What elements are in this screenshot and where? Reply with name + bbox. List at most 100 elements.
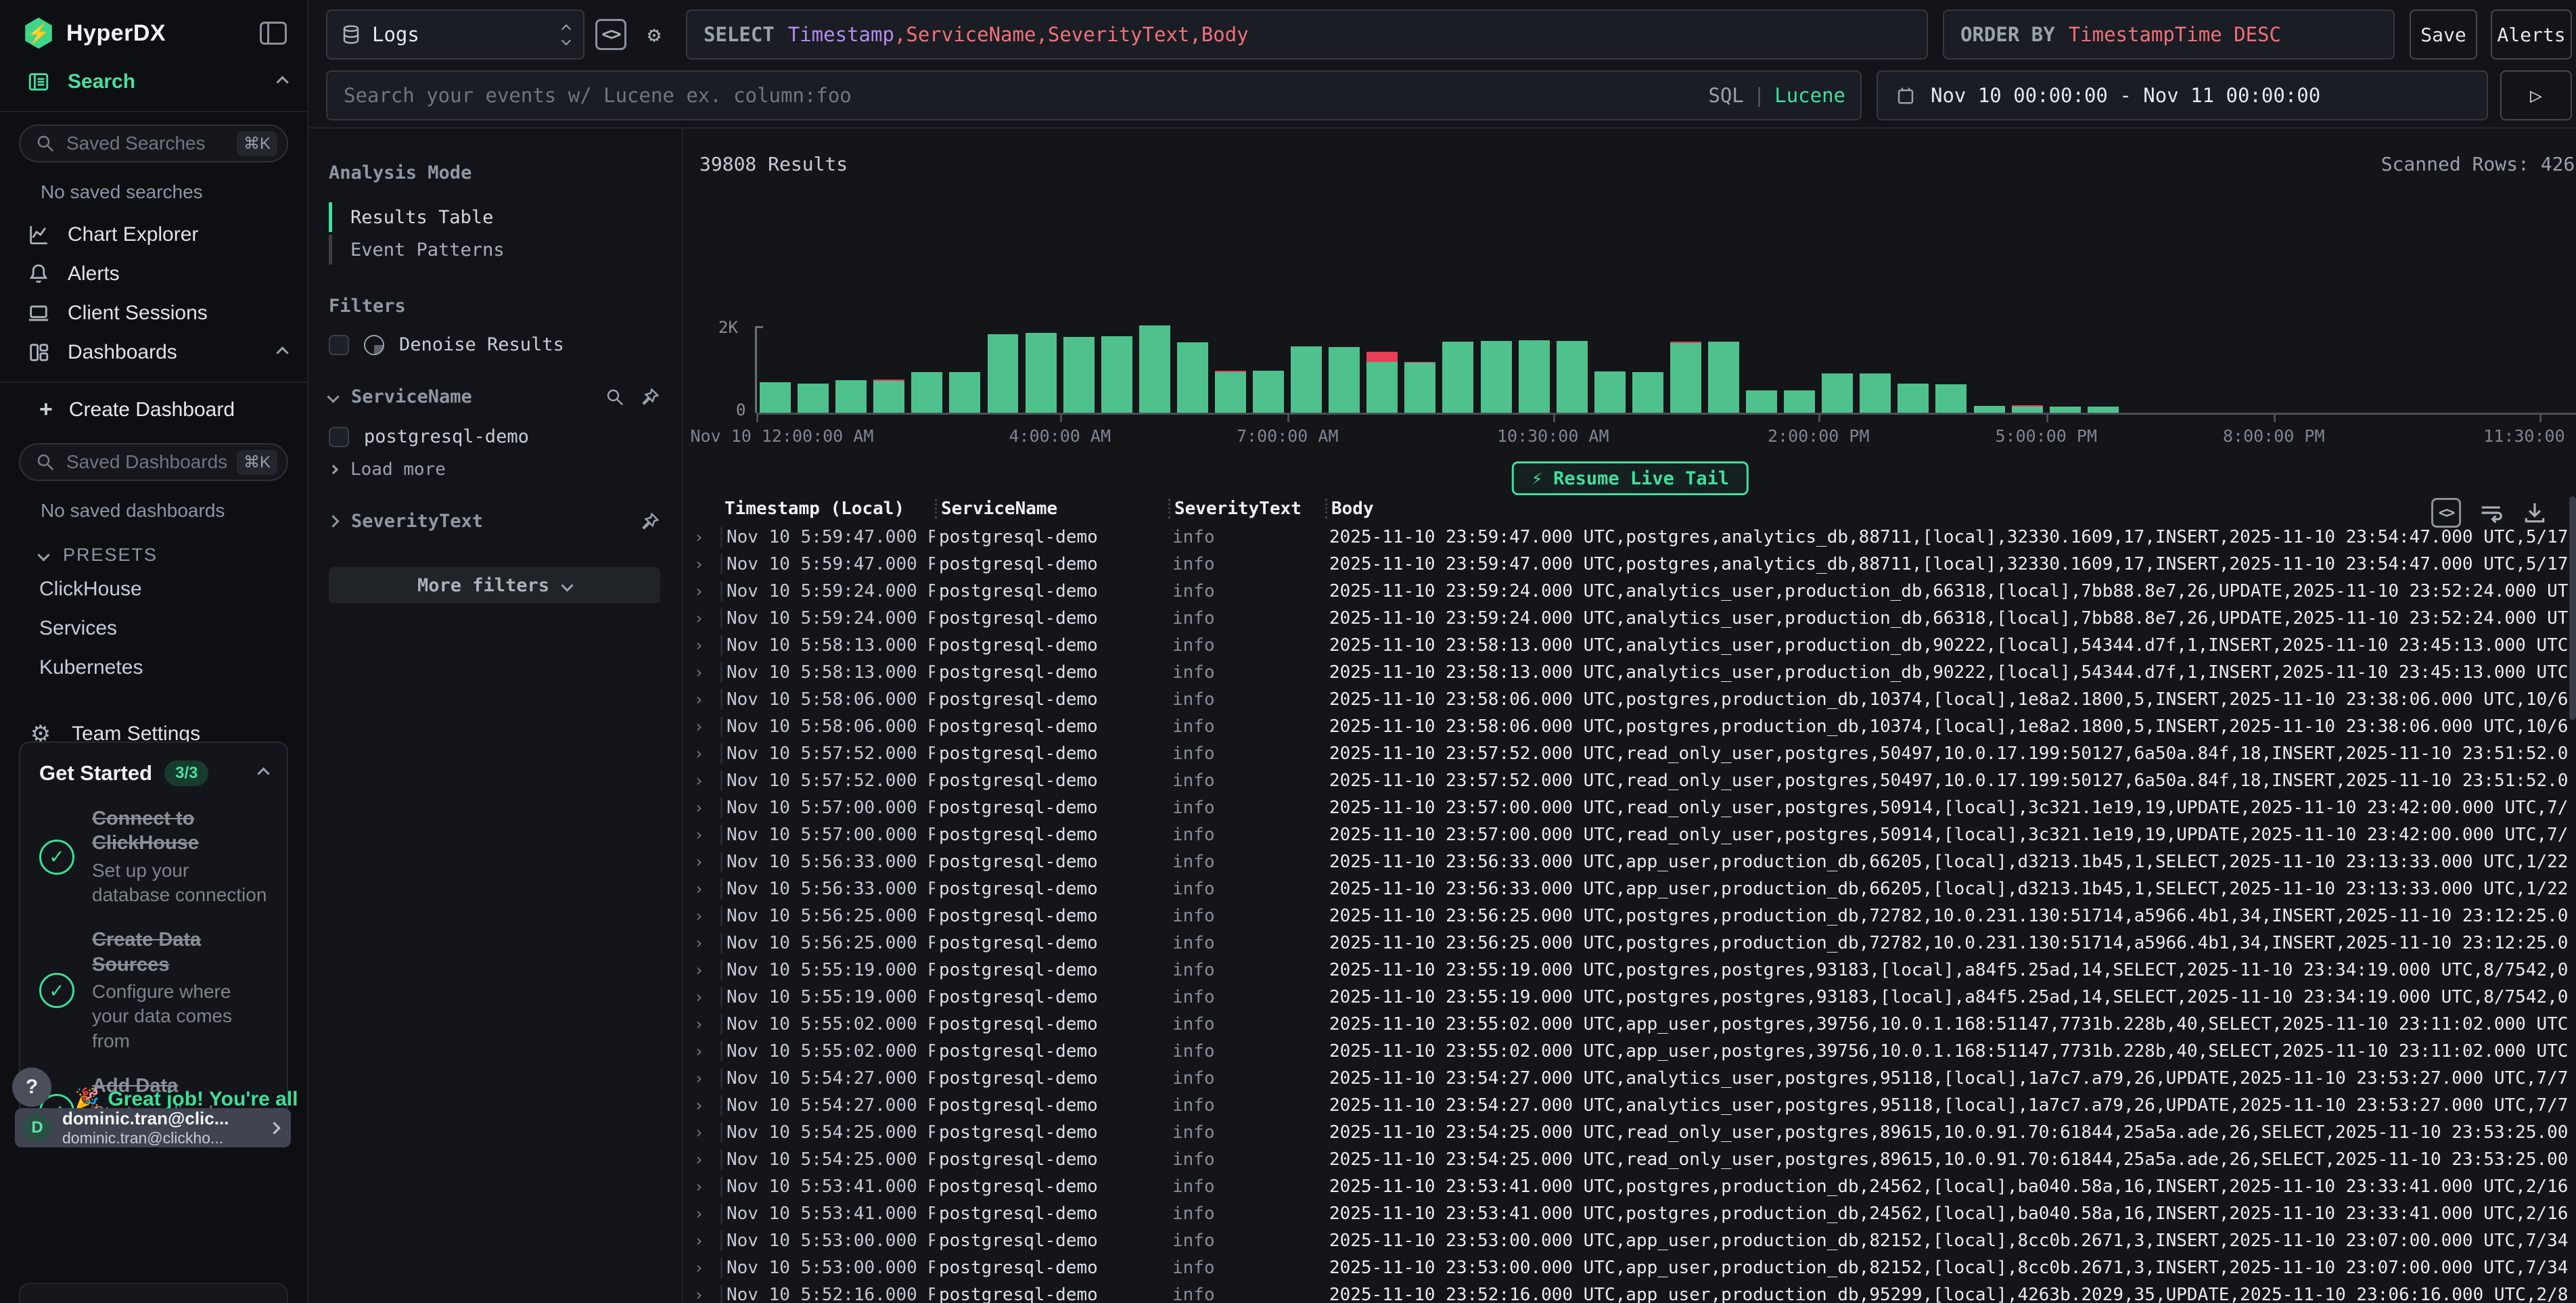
histogram-bar[interactable]	[835, 380, 867, 413]
select-columns-input[interactable]: SELECT Timestamp ,ServiceName,SeverityTe…	[686, 9, 1928, 60]
histogram-bar[interactable]	[1329, 347, 1360, 413]
pin-icon[interactable]	[640, 511, 660, 532]
histogram-bar[interactable]	[988, 334, 1019, 413]
event-search-input[interactable]: Search your events w/ Lucene ex. column:…	[326, 70, 1862, 120]
row-expand-icon[interactable]: ›	[683, 528, 720, 547]
presets-header[interactable]: PRESETS	[0, 534, 307, 570]
row-expand-icon[interactable]: ›	[683, 636, 720, 655]
histogram-bar[interactable]	[1557, 341, 1588, 413]
row-expand-icon[interactable]: ›	[683, 1123, 720, 1142]
table-row[interactable]: ›Nov 10 5:55:19.000 PMpostgresql-demoinf…	[683, 957, 2568, 984]
table-row[interactable]: ›Nov 10 5:58:06.000 PMpostgresql-demoinf…	[683, 686, 2568, 713]
histogram-bar[interactable]	[1442, 342, 1473, 413]
table-row[interactable]: ›Nov 10 5:53:00.000 PMpostgresql-demoinf…	[683, 1254, 2568, 1281]
get-started-item[interactable]: ✓ Connect to ClickHouse Set up your data…	[39, 806, 268, 907]
checkbox[interactable]	[329, 427, 349, 447]
row-expand-icon[interactable]: ›	[683, 609, 720, 628]
row-expand-icon[interactable]: ›	[683, 1285, 720, 1303]
facet-severitytext[interactable]: SeverityText	[329, 511, 660, 532]
row-expand-icon[interactable]: ›	[683, 879, 720, 898]
histogram-bar[interactable]	[1935, 384, 1967, 413]
table-row[interactable]: ›Nov 10 5:57:52.000 PMpostgresql-demoinf…	[683, 740, 2568, 767]
run-search-button[interactable]: ▷	[2500, 70, 2572, 120]
histogram-bar[interactable]	[1291, 346, 1322, 413]
row-expand-icon[interactable]: ›	[683, 1177, 720, 1196]
histogram-bar[interactable]	[1594, 371, 1626, 413]
histogram-bar[interactable]	[1026, 333, 1057, 413]
histogram[interactable]	[756, 323, 2576, 413]
date-range-picker[interactable]: Nov 10 00:00:00 - Nov 11 00:00:00	[1877, 70, 2488, 120]
histogram-bar[interactable]	[873, 380, 904, 413]
histogram-bar[interactable]	[1708, 342, 1739, 413]
orderby-input[interactable]: ORDER BY TimestampTime DESC	[1943, 9, 2395, 60]
histogram-bar[interactable]	[1215, 371, 1246, 413]
histogram-bar[interactable]	[1101, 336, 1132, 413]
row-expand-icon[interactable]: ›	[683, 961, 720, 980]
histogram-bar[interactable]	[1822, 373, 1853, 413]
row-expand-icon[interactable]: ›	[683, 690, 720, 709]
row-expand-icon[interactable]: ›	[683, 825, 720, 844]
histogram-bar[interactable]	[798, 384, 829, 413]
histogram-bar[interactable]	[1481, 341, 1512, 413]
source-select[interactable]: Logs	[326, 9, 584, 60]
histogram-bar[interactable]	[2050, 407, 2081, 413]
histogram-bar[interactable]	[1366, 352, 1398, 413]
table-row[interactable]: ›Nov 10 5:59:47.000 PMpostgresql-demoinf…	[683, 524, 2568, 551]
histogram-bar[interactable]	[1746, 390, 1777, 413]
chevron-up-icon[interactable]	[257, 767, 269, 779]
pin-icon[interactable]	[640, 387, 660, 407]
resume-live-tail-button[interactable]: ⚡ Resume Live Tail	[1512, 461, 1749, 495]
load-more-button[interactable]: Load more	[330, 459, 660, 480]
service-filter-option[interactable]: postgresql-demo	[329, 426, 660, 447]
column-header-body[interactable]: Body	[1325, 499, 2568, 519]
histogram-bar[interactable]	[1177, 342, 1208, 413]
row-expand-icon[interactable]: ›	[683, 771, 720, 790]
row-expand-icon[interactable]: ›	[683, 988, 720, 1007]
table-row[interactable]: ›Nov 10 5:57:00.000 PMpostgresql-demoinf…	[683, 794, 2568, 821]
histogram-bar[interactable]	[1898, 384, 1929, 413]
sidebar-item-client-sessions[interactable]: Client Sessions	[0, 294, 307, 333]
preset-kubernetes[interactable]: Kubernetes	[0, 648, 307, 687]
column-header-servicename[interactable]: ServiceName	[935, 499, 1168, 519]
table-row[interactable]: ›Nov 10 5:55:19.000 PMpostgresql-demoinf…	[683, 984, 2568, 1011]
table-row[interactable]: ›Nov 10 5:54:27.000 PMpostgresql-demoinf…	[683, 1092, 2568, 1119]
table-row[interactable]: ›Nov 10 5:56:33.000 PMpostgresql-demoinf…	[683, 875, 2568, 902]
row-expand-icon[interactable]: ›	[683, 1042, 720, 1061]
row-expand-icon[interactable]: ›	[683, 934, 720, 953]
histogram-bar[interactable]	[1253, 371, 1284, 413]
sidebar-item-chart-explorer[interactable]: Chart Explorer	[0, 215, 307, 254]
save-button[interactable]: Save	[2410, 9, 2477, 60]
language-toggle-sql[interactable]: SQL	[1708, 84, 1743, 107]
histogram-bar[interactable]	[1139, 325, 1170, 413]
row-expand-icon[interactable]: ›	[683, 1258, 720, 1277]
histogram-bar[interactable]	[1670, 342, 1701, 413]
denoise-results-option[interactable]: Denoise Results	[329, 334, 660, 355]
row-expand-icon[interactable]: ›	[683, 1069, 720, 1088]
scrollbar-thumb[interactable]	[2569, 497, 2576, 720]
histogram-bar[interactable]	[949, 372, 980, 413]
table-row[interactable]: ›Nov 10 5:54:25.000 PMpostgresql-demoinf…	[683, 1119, 2568, 1146]
histogram-bar[interactable]	[1860, 373, 1891, 413]
table-row[interactable]: ›Nov 10 5:59:24.000 PMpostgresql-demoinf…	[683, 578, 2568, 605]
sql-mode-icon[interactable]: <>	[595, 19, 626, 50]
preset-services[interactable]: Services	[0, 609, 307, 648]
histogram-bar[interactable]	[2088, 407, 2119, 413]
preset-clickhouse[interactable]: ClickHouse	[0, 570, 307, 609]
histogram-bar[interactable]	[1404, 362, 1435, 413]
facet-servicename[interactable]: ServiceName	[329, 386, 660, 407]
row-expand-icon[interactable]: ›	[683, 852, 720, 871]
column-header-timestamp[interactable]: Timestamp (Local)	[720, 499, 935, 519]
scrollbar[interactable]	[2569, 494, 2576, 1303]
row-expand-icon[interactable]: ›	[683, 555, 720, 574]
table-row[interactable]: ›Nov 10 5:55:02.000 PMpostgresql-demoinf…	[683, 1038, 2568, 1065]
table-row[interactable]: ›Nov 10 5:56:33.000 PMpostgresql-demoinf…	[683, 848, 2568, 875]
table-row[interactable]: ›Nov 10 5:54:25.000 PMpostgresql-demoinf…	[683, 1146, 2568, 1173]
row-expand-icon[interactable]: ›	[683, 1015, 720, 1034]
row-expand-icon[interactable]: ›	[683, 1096, 720, 1115]
table-row[interactable]: ›Nov 10 5:59:47.000 PMpostgresql-demoinf…	[683, 551, 2568, 578]
mode-event-patterns[interactable]: Event Patterns	[329, 233, 660, 266]
table-row[interactable]: ›Nov 10 5:53:41.000 PMpostgresql-demoinf…	[683, 1200, 2568, 1227]
saved-dashboards-input[interactable]: Saved Dashboards ⌘K	[19, 443, 288, 481]
table-row[interactable]: ›Nov 10 5:54:27.000 PMpostgresql-demoinf…	[683, 1065, 2568, 1092]
table-row[interactable]: ›Nov 10 5:59:24.000 PMpostgresql-demoinf…	[683, 605, 2568, 632]
